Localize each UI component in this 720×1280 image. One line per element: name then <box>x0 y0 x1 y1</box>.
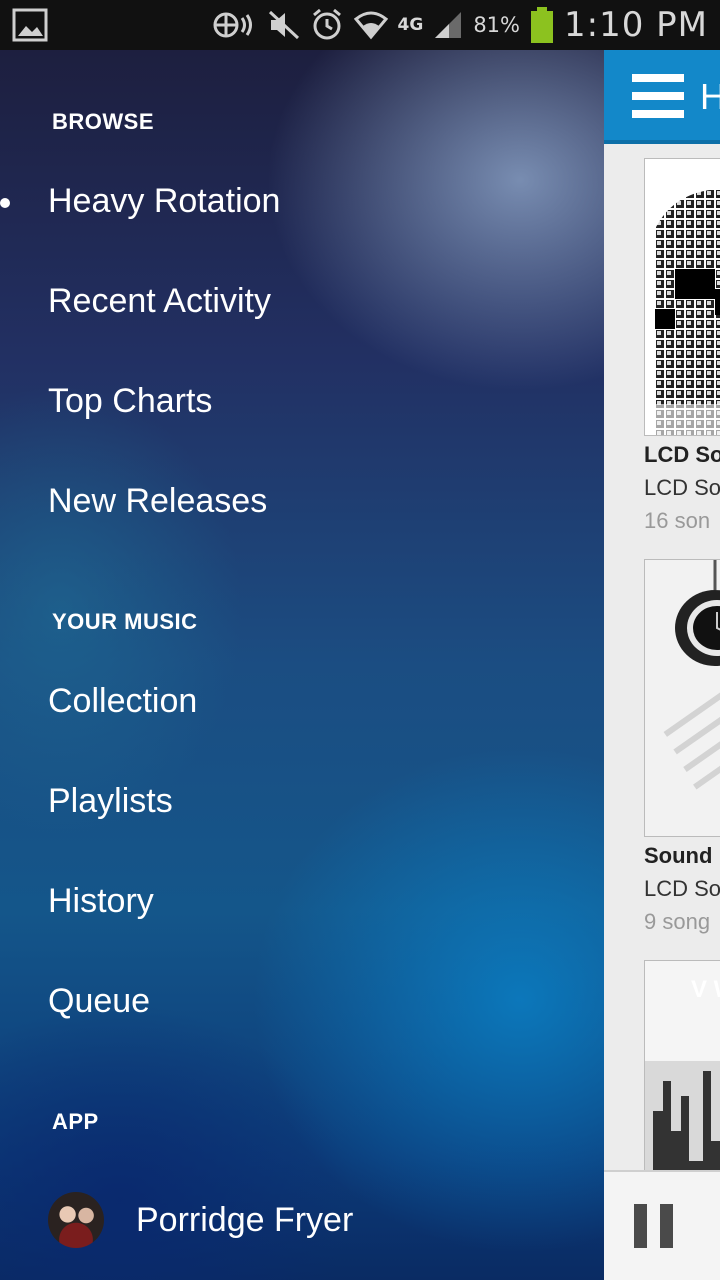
nav-item-heavy-rotation[interactable]: Heavy Rotation <box>0 182 281 221</box>
album-art-text: V W <box>691 976 720 1003</box>
content-panel: H LCD So LCD So 16 son Sound LCD So 9 so… <box>604 50 720 1280</box>
nav-item-label: History <box>48 882 154 920</box>
album-card[interactable]: V W <box>644 960 720 1200</box>
profile-name: Porridge Fryer <box>136 1200 354 1239</box>
avatar <box>48 1192 104 1248</box>
nav-item-playlists[interactable]: Playlists <box>48 782 173 821</box>
nfc-icon <box>212 10 258 40</box>
album-artist: LCD So <box>644 876 720 901</box>
navigation-drawer: BROWSE Heavy Rotation Recent Activity To… <box>0 50 604 1280</box>
image-notification-icon <box>12 8 48 42</box>
app-bar: H <box>604 50 720 144</box>
app-bar-title: H <box>700 76 720 117</box>
nav-item-label: Queue <box>48 982 151 1020</box>
album-art-disco-ball <box>644 158 720 436</box>
album-art-sound-of-silver <box>644 559 720 837</box>
active-indicator <box>0 198 10 208</box>
nav-item-label: New Releases <box>48 482 268 520</box>
hamburger-icon[interactable] <box>632 74 684 118</box>
nav-item-label: Playlists <box>48 782 173 820</box>
status-bar: 4G 81% 1:10 PM <box>0 0 720 50</box>
nav-item-label: Recent Activity <box>48 282 271 320</box>
nav-item-label: Top Charts <box>48 382 213 420</box>
album-art-city-skyline: V W <box>644 960 720 1200</box>
nav-item-label: Collection <box>48 682 198 720</box>
profile-item[interactable]: Porridge Fryer <box>48 1192 353 1248</box>
nav-item-history[interactable]: History <box>48 882 154 921</box>
alarm-icon <box>310 8 344 42</box>
nav-item-queue[interactable]: Queue <box>48 982 150 1021</box>
now-playing-bar[interactable] <box>604 1170 720 1280</box>
album-song-count: 16 son <box>644 508 711 533</box>
mute-icon <box>268 10 300 40</box>
pause-icon[interactable] <box>634 1204 674 1248</box>
nav-item-new-releases[interactable]: New Releases <box>48 482 267 521</box>
nav-item-recent-activity[interactable]: Recent Activity <box>48 282 271 321</box>
network-type-label: 4G <box>397 15 424 35</box>
battery-icon <box>530 7 554 43</box>
clock: 1:10 PM <box>564 5 708 45</box>
nav-item-label: Heavy Rotation <box>48 182 281 220</box>
wifi-icon <box>353 9 388 41</box>
album-title: Sound <box>644 843 713 868</box>
album-song-count: 9 song <box>644 909 711 934</box>
album-card[interactable]: Sound LCD So 9 song <box>644 559 720 935</box>
album-artist: LCD So <box>644 475 720 500</box>
nav-item-collection[interactable]: Collection <box>48 682 197 721</box>
album-card[interactable]: LCD So LCD So 16 son <box>644 158 720 534</box>
signal-icon <box>433 10 463 40</box>
section-header-your-music: YOUR MUSIC <box>52 609 198 634</box>
nav-item-top-charts[interactable]: Top Charts <box>48 382 212 421</box>
section-header-browse: BROWSE <box>52 109 154 134</box>
album-title: LCD So <box>644 442 720 467</box>
section-header-app: APP <box>52 1109 99 1134</box>
battery-percent: 81% <box>473 13 520 37</box>
